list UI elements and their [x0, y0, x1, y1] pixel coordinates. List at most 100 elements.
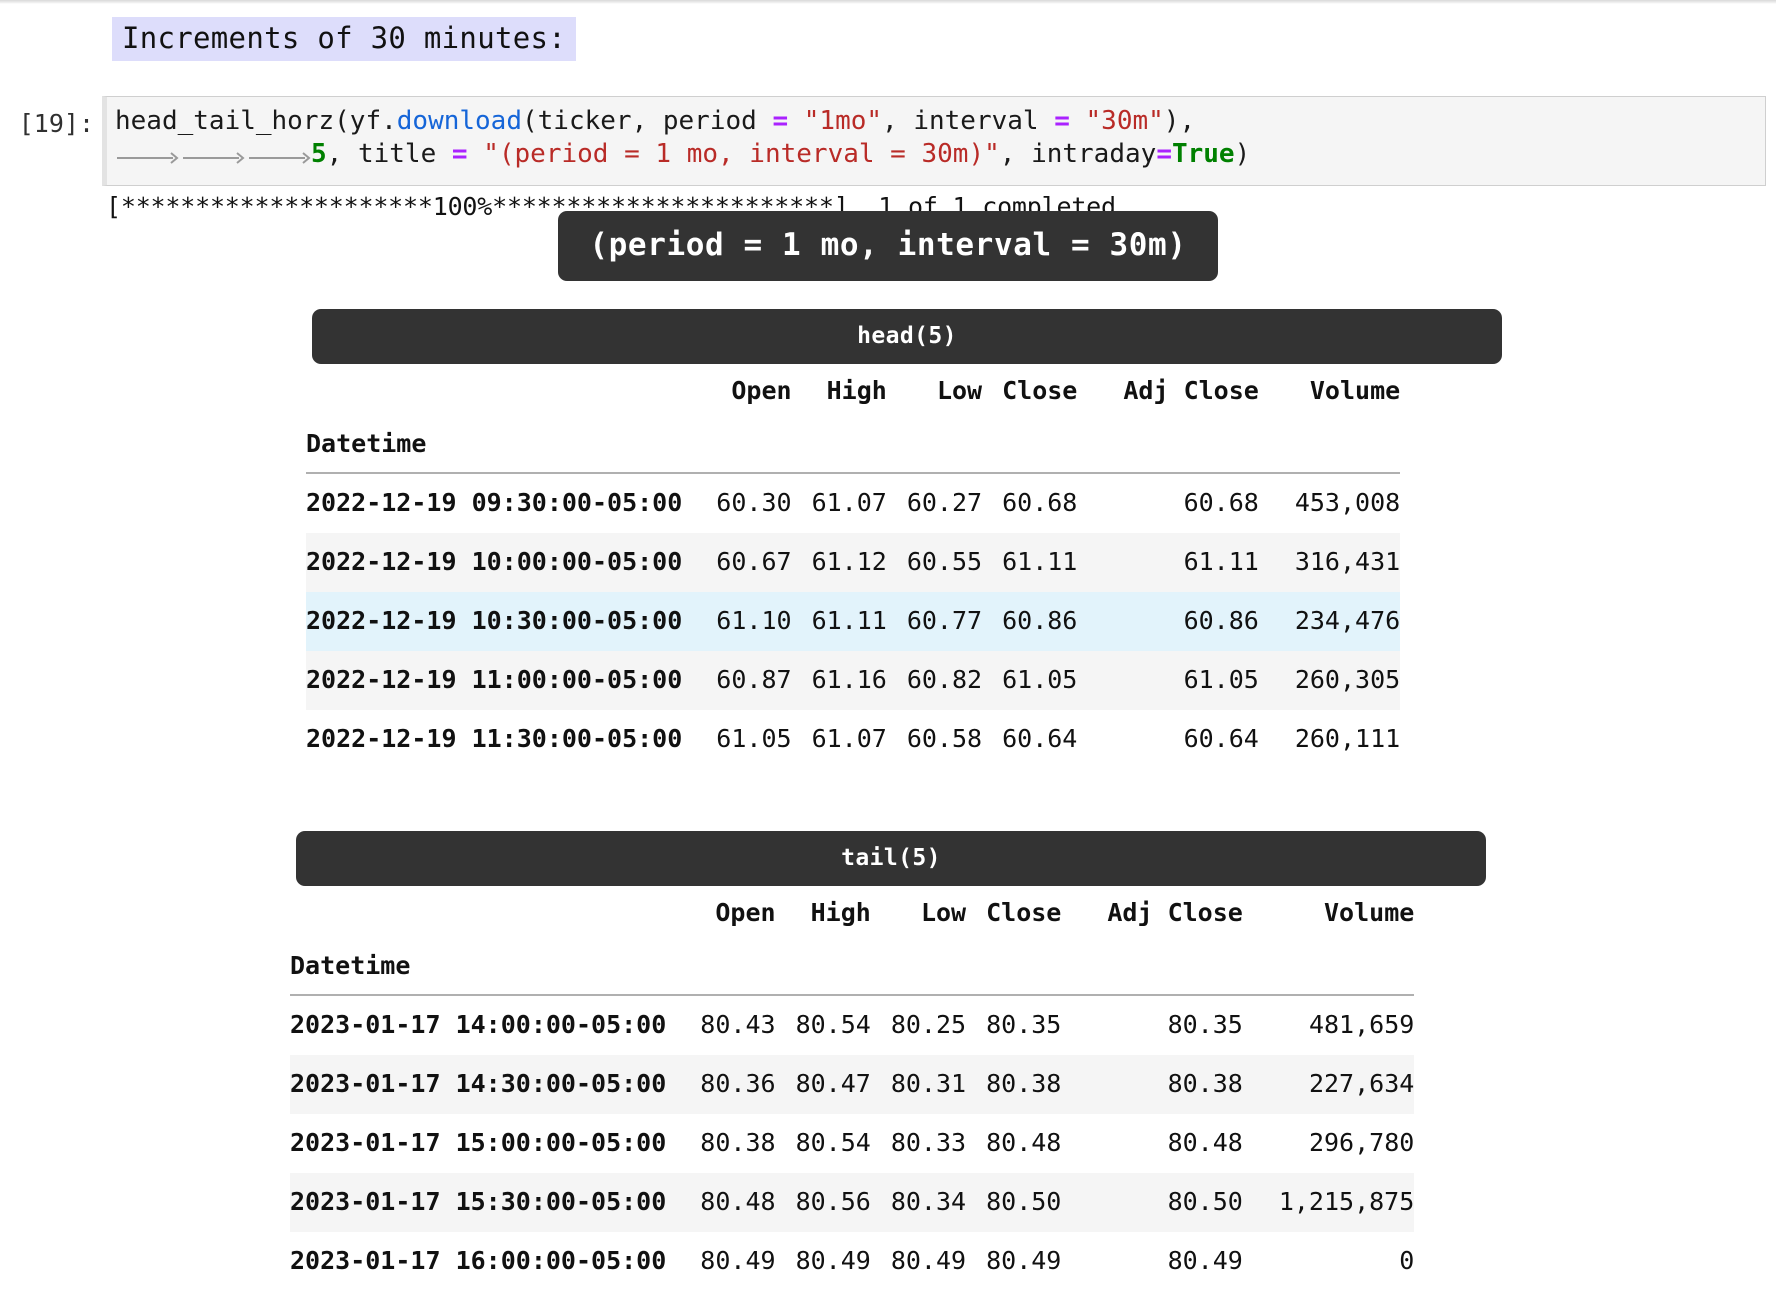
- cell-volume: 1,215,875: [1278, 1187, 1415, 1216]
- cell-volume: 481,659: [1308, 1010, 1415, 1039]
- cell-close: 61.11: [1002, 547, 1078, 576]
- table-caption: tail(5): [296, 831, 1486, 886]
- cell-high: 80.49: [795, 1246, 871, 1275]
- code-input-cell[interactable]: [19]: head_tail_horz(yf.download(ticker,…: [0, 96, 1776, 186]
- cell-low: 60.77: [906, 606, 983, 635]
- index-header-blank: [290, 886, 680, 941]
- index-name-row: Datetime: [306, 419, 1400, 473]
- cell-volume: 260,111: [1294, 724, 1401, 753]
- table-row[interactable]: 2023-01-17 15:30:00-05:00 80.48 80.56 80.34…: [290, 1173, 1415, 1232]
- dataframe-block: head(5) Open High Low Close Adj Close Volume D…: [0, 309, 1776, 769]
- code-token-end-paren: ): [1234, 139, 1251, 170]
- index-name-spacer: [1077, 419, 1258, 473]
- table-row[interactable]: 2023-01-17 16:00:00-05:00 80.49 80.49 80.49…: [290, 1232, 1414, 1291]
- cell-close: 80.50: [986, 1187, 1062, 1216]
- row-index-datetime: 2023-01-17 15:30:00-05:00: [290, 1187, 667, 1216]
- cell-low: 60.27: [906, 488, 983, 517]
- cell-low: 80.25: [890, 1010, 967, 1039]
- cell-high: 61.11: [811, 606, 887, 635]
- table-row[interactable]: 2022-12-19 11:00:00-05:00 60.87 61.16 60.82…: [306, 651, 1401, 710]
- row-index-datetime: 2023-01-17 14:30:00-05:00: [290, 1069, 667, 1098]
- table-row[interactable]: 2022-12-19 09:30:00-05:00 60.30 61.07 60.27…: [306, 474, 1400, 533]
- code-line-1: head_tail_horz(yf.download(ticker, perio…: [107, 105, 1765, 138]
- code-token-args: (ticker, period: [522, 106, 773, 136]
- cell-volume: 0: [1399, 1246, 1415, 1275]
- table-row[interactable]: 2022-12-19 10:00:00-05:00 60.67 61.12 60.55…: [306, 533, 1401, 592]
- index-name-spacer: [871, 941, 966, 995]
- code-token-function: download: [396, 106, 522, 136]
- code-token-operator-3: =: [451, 139, 468, 170]
- page-title: Increments of 30 minutes:: [112, 17, 576, 62]
- cell-adj-close: 80.49: [1167, 1246, 1243, 1275]
- row-index-datetime: 2022-12-19 11:00:00-05:00: [306, 665, 683, 694]
- cell-adj-close: 60.68: [1183, 488, 1259, 517]
- cell-adj-close: 61.05: [1183, 665, 1259, 694]
- index-name-label: Datetime: [306, 429, 427, 458]
- row-index-datetime: 2023-01-17 16:00:00-05:00: [290, 1246, 667, 1275]
- column-header-low: Low: [920, 898, 967, 927]
- dataframe-table: Open High Low Close Adj Close Volume Datetime …: [306, 364, 1401, 769]
- row-index-datetime: 2022-12-19 10:00:00-05:00: [306, 547, 683, 576]
- cell-output-area: (period = 1 mo, interval = 30m) head(5) …: [0, 211, 1776, 1291]
- cell-open: 60.30: [716, 488, 792, 517]
- cell-volume: 227,634: [1308, 1069, 1415, 1098]
- cell-adj-close: 80.38: [1167, 1069, 1243, 1098]
- cell-high: 61.07: [811, 488, 887, 517]
- top-divider: [0, 0, 1776, 4]
- code-token-intraday-arg: , intraday: [999, 139, 1157, 170]
- code-token-string-period: "1mo": [788, 106, 883, 136]
- index-name-spacer: [680, 941, 775, 995]
- markdown-cell[interactable]: Increments of 30 minutes:: [112, 17, 576, 62]
- dataframe-tables-container: head(5) Open High Low Close Adj Close Volume D…: [0, 309, 1776, 1291]
- code-token-close-paren: ),: [1163, 106, 1196, 136]
- table-row[interactable]: 2023-01-17 14:30:00-05:00 80.36 80.47 80.31…: [290, 1055, 1415, 1114]
- row-index-datetime: 2023-01-17 15:00:00-05:00: [290, 1128, 667, 1157]
- table-caption: head(5): [312, 309, 1502, 364]
- cell-low: 60.58: [906, 724, 983, 753]
- column-header-adj-close: Adj Close: [1107, 898, 1243, 927]
- cell-volume: 260,305: [1294, 665, 1401, 694]
- row-index-datetime: 2023-01-17 14:00:00-05:00: [290, 1010, 667, 1039]
- table-row[interactable]: 2022-12-19 10:30:00-05:00 61.10 61.11 60.77…: [306, 592, 1401, 651]
- column-header-close: Close: [1002, 376, 1078, 405]
- dataframe-block: tail(5) Open High Low Close Adj Close Volume D…: [0, 831, 1776, 1291]
- code-editor[interactable]: head_tail_horz(yf.download(ticker, perio…: [102, 96, 1766, 186]
- cell-volume: 453,008: [1294, 488, 1401, 517]
- index-name-spacer: [776, 941, 871, 995]
- column-header-close: Close: [986, 898, 1062, 927]
- cell-adj-close: 60.64: [1183, 724, 1259, 753]
- cell-low: 80.33: [890, 1128, 967, 1157]
- cell-close: 60.68: [1002, 488, 1078, 517]
- column-header-high: High: [810, 898, 871, 927]
- cell-low: 60.55: [906, 547, 983, 576]
- cell-open: 60.87: [716, 665, 792, 694]
- cell-high: 80.47: [795, 1069, 871, 1098]
- cell-open: 80.49: [700, 1246, 776, 1275]
- cell-close: 80.35: [986, 1010, 1062, 1039]
- cell-close: 80.48: [986, 1128, 1062, 1157]
- row-index-datetime: 2022-12-19 09:30:00-05:00: [306, 488, 683, 517]
- index-name-spacer: [1061, 941, 1242, 995]
- cell-high: 80.56: [795, 1187, 871, 1216]
- column-header-open: Open: [731, 376, 792, 405]
- table-row[interactable]: 2022-12-19 11:30:00-05:00 61.05 61.07 60.58…: [306, 710, 1400, 769]
- index-name-spacer: [1243, 941, 1414, 995]
- dataframe-table: Open High Low Close Adj Close Volume Datetime …: [290, 886, 1415, 1291]
- code-token-operator-4: =: [1156, 139, 1172, 170]
- cell-volume: 296,780: [1308, 1128, 1415, 1157]
- indent-guide-icon: [115, 142, 311, 175]
- code-token-operator-1: =: [772, 106, 789, 136]
- cell-open: 60.67: [716, 547, 792, 576]
- cell-adj-close: 61.11: [1183, 547, 1259, 576]
- index-name-row: Datetime: [290, 941, 1414, 995]
- row-index-datetime: 2022-12-19 10:30:00-05:00: [306, 606, 683, 635]
- cell-high: 80.54: [795, 1128, 871, 1157]
- execution-count-label: [19]:: [18, 109, 94, 138]
- table-row[interactable]: 2023-01-17 14:00:00-05:00 80.43 80.54 80.25…: [290, 996, 1414, 1055]
- row-index-datetime: 2022-12-19 11:30:00-05:00: [306, 724, 683, 753]
- cell-open: 80.43: [700, 1010, 776, 1039]
- cell-high: 61.07: [811, 724, 887, 753]
- table-row[interactable]: 2023-01-17 15:00:00-05:00 80.38 80.54 80.33…: [290, 1114, 1414, 1173]
- cell-adj-close: 80.50: [1167, 1187, 1243, 1216]
- index-name-spacer: [1259, 419, 1400, 473]
